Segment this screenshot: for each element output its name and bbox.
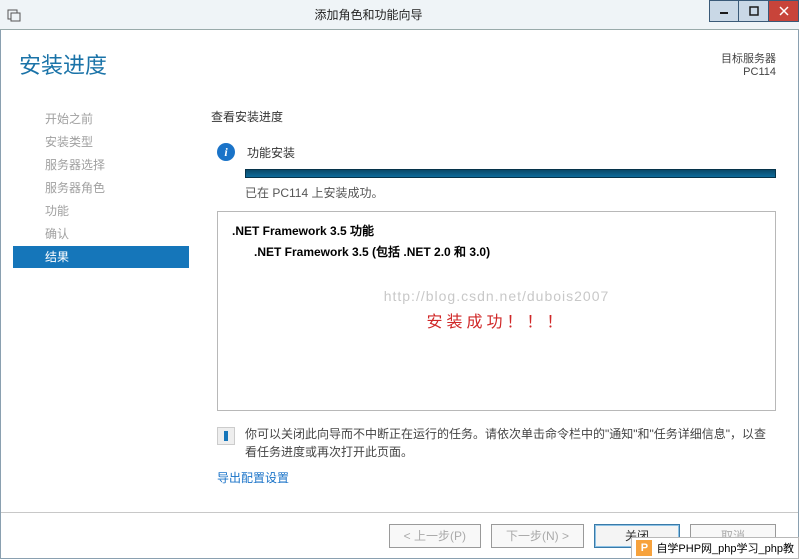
heading-area: 安装进度 <box>19 48 107 80</box>
info-icon: i <box>217 143 235 161</box>
nav-item-before-you-begin: 开始之前 <box>19 108 189 130</box>
p-icon: P <box>636 540 652 556</box>
sub-heading: 查看安装进度 <box>211 108 776 125</box>
nav-item-results: 结果 <box>13 246 189 268</box>
window-title: 添加角色和功能向导 <box>28 6 709 23</box>
info-text: 功能安装 <box>247 144 295 161</box>
watermark-text: http://blog.csdn.net/dubois2007 <box>218 288 775 304</box>
maximize-button[interactable] <box>739 0 769 22</box>
progress-bar <box>245 169 776 178</box>
nav-item-confirm: 确认 <box>19 223 189 245</box>
client-area: 安装进度 目标服务器 PC114 开始之前 安装类型 服务器选择 服务器角色 功… <box>0 30 799 559</box>
destination-value: PC114 <box>721 66 776 78</box>
flag-icon <box>217 427 235 445</box>
tooltip-text: 自学PHP网_php学习_php教 <box>656 540 794 556</box>
main-panel: 查看安装进度 i 功能安装 已在 PC114 上安装成功。 .NET Frame… <box>211 108 776 512</box>
feature-box: .NET Framework 3.5 功能 .NET Framework 3.5… <box>217 211 776 411</box>
app-icon <box>0 0 28 30</box>
upper-panel: 安装进度 目标服务器 PC114 开始之前 安装类型 服务器选择 服务器角色 功… <box>1 30 798 512</box>
destination-label: 目标服务器 <box>721 50 776 66</box>
page-heading: 安装进度 <box>19 48 107 80</box>
window-buttons <box>709 0 799 22</box>
status-line: 已在 PC114 上安装成功。 <box>245 184 776 201</box>
success-message: 安装成功！！！ <box>218 308 775 332</box>
next-button: 下一步(N) > <box>491 524 584 548</box>
nav-item-server-selection: 服务器选择 <box>19 154 189 176</box>
title-bar: 添加角色和功能向导 <box>0 0 799 30</box>
tooltip-strip: P 自学PHP网_php学习_php教 <box>631 537 799 559</box>
note-text: 你可以关闭此向导而不中断正在运行的任务。请依次单击命令栏中的"通知"和"任务详细… <box>245 425 776 461</box>
nav-item-features: 功能 <box>19 200 189 222</box>
note-row: 你可以关闭此向导而不中断正在运行的任务。请依次单击命令栏中的"通知"和"任务详细… <box>217 425 776 461</box>
export-config-link[interactable]: 导出配置设置 <box>217 471 289 485</box>
feature-title: .NET Framework 3.5 功能 <box>232 222 761 239</box>
info-row: i 功能安装 <box>211 143 776 161</box>
feature-sub: .NET Framework 3.5 (包括 .NET 2.0 和 3.0) <box>254 243 761 260</box>
minimize-button[interactable] <box>709 0 739 22</box>
nav-item-install-type: 安装类型 <box>19 131 189 153</box>
destination-server: 目标服务器 PC114 <box>721 50 776 78</box>
close-button[interactable] <box>769 0 799 22</box>
wizard-nav: 开始之前 安装类型 服务器选择 服务器角色 功能 确认 结果 <box>19 108 189 269</box>
previous-button: < 上一步(P) <box>389 524 481 548</box>
nav-item-server-roles: 服务器角色 <box>19 177 189 199</box>
